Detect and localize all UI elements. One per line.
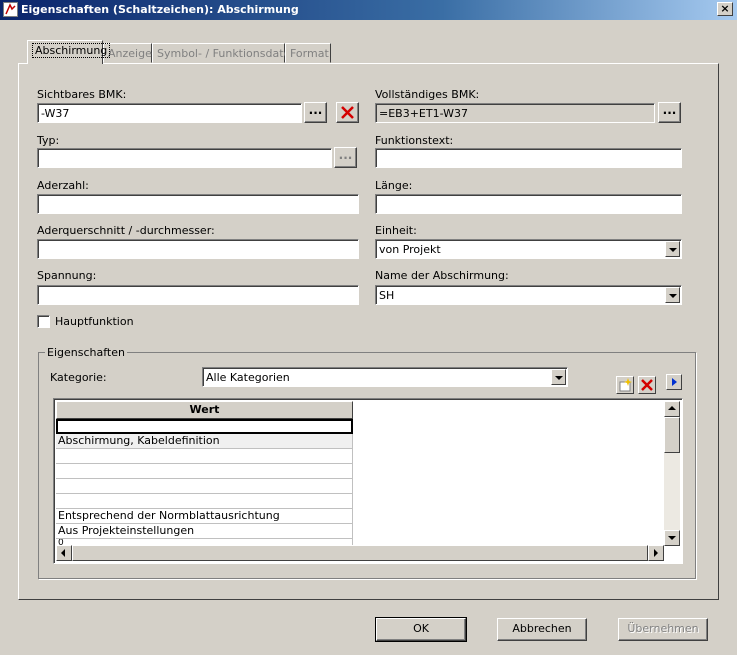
aderzahl-label: Aderzahl: [37, 179, 89, 192]
sichtbares-bmk-input[interactable]: -W37 [37, 103, 302, 123]
table-row[interactable] [56, 449, 353, 464]
table-row[interactable]: Aus Projekteinstellungen [56, 524, 353, 539]
new-icon [619, 378, 632, 392]
laenge-label: Länge: [375, 179, 413, 192]
spannung-label: Spannung: [37, 269, 97, 282]
spannung-input[interactable] [37, 285, 359, 305]
vertical-scrollbar[interactable] [664, 401, 680, 546]
chevron-down-icon[interactable] [665, 241, 680, 257]
scroll-thumb[interactable] [72, 545, 648, 561]
scroll-down-icon[interactable] [664, 530, 680, 546]
arrow-right-icon [672, 378, 677, 386]
kategorie-select[interactable]: Alle Kategorien [202, 367, 568, 387]
laenge-input[interactable] [375, 194, 682, 214]
hauptfunktion-checkbox[interactable] [37, 315, 50, 328]
scroll-right-icon[interactable] [648, 545, 664, 561]
eigenschaften-group-title: Eigenschaften [45, 346, 127, 359]
ok-button[interactable]: OK [375, 617, 467, 642]
vollstaendiges-bmk-browse-button[interactable]: ... [658, 102, 681, 123]
table-row[interactable] [56, 419, 353, 434]
expand-button[interactable] [666, 374, 682, 390]
kategorie-label: Kategorie: [50, 371, 107, 384]
name-abschirmung-label: Name der Abschirmung: [375, 269, 509, 282]
close-icon: × [720, 2, 730, 15]
delete-property-button[interactable] [638, 376, 656, 394]
scroll-up-icon[interactable] [664, 401, 680, 417]
app-icon [3, 2, 18, 17]
properties-grid[interactable]: Wert Abschirmung, Kabeldefinition Entspr… [53, 398, 683, 564]
tab-anzeige[interactable]: Anzeige [103, 43, 152, 63]
vollstaendiges-bmk-label: Vollständiges BMK: [375, 88, 480, 101]
funktionstext-input[interactable] [375, 148, 682, 168]
window-title: Eigenschaften (Schaltzeichen): Abschirmu… [21, 3, 299, 16]
column-header-wert[interactable]: Wert [56, 401, 353, 419]
hauptfunktion-label: Hauptfunktion [55, 315, 134, 328]
typ-input[interactable] [37, 148, 332, 168]
new-property-button[interactable] [616, 376, 634, 394]
sichtbares-bmk-browse-button[interactable]: ... [304, 102, 327, 123]
typ-label: Typ: [37, 134, 60, 147]
title-bar[interactable]: Eigenschaften (Schaltzeichen): Abschirmu… [0, 0, 737, 20]
aderzahl-input[interactable] [37, 194, 359, 214]
table-row[interactable] [56, 494, 353, 509]
delete-icon [341, 106, 354, 119]
chevron-down-icon[interactable] [665, 287, 680, 303]
vollstaendiges-bmk-field: =EB3+ET1-W37 [375, 103, 655, 123]
apply-button[interactable]: Übernehmen [618, 618, 708, 641]
table-row[interactable] [56, 479, 353, 494]
aderquerschnitt-input[interactable] [37, 239, 359, 259]
tab-format[interactable]: Format [285, 43, 331, 63]
scroll-left-icon[interactable] [56, 545, 72, 561]
cancel-button[interactable]: Abbrechen [497, 618, 587, 641]
properties-dialog: Eigenschaften (Schaltzeichen): Abschirmu… [0, 0, 737, 655]
name-abschirmung-select[interactable]: SH [375, 285, 682, 305]
einheit-select[interactable]: von Projekt [375, 239, 682, 259]
tab-symbol-funktionsdaten[interactable]: Symbol- / Funktionsdaten [152, 43, 297, 63]
aderquerschnitt-label: Aderquerschnitt / -durchmesser: [37, 224, 215, 237]
delete-icon [641, 379, 653, 391]
table-row[interactable] [56, 464, 353, 479]
close-button[interactable]: × [717, 2, 733, 16]
einheit-label: Einheit: [375, 224, 417, 237]
table-row[interactable]: Entsprechend der Normblattausrichtung [56, 509, 353, 524]
delete-bmk-button[interactable] [336, 102, 359, 123]
horizontal-scrollbar[interactable] [56, 545, 664, 561]
scroll-thumb[interactable] [664, 417, 680, 453]
table-row[interactable]: Abschirmung, Kabeldefinition [56, 434, 353, 449]
chevron-down-icon[interactable] [551, 369, 566, 385]
tab-abschirmung[interactable]: Abschirmung [27, 40, 111, 64]
sichtbares-bmk-label: Sichtbares BMK: [37, 88, 127, 101]
typ-browse-button[interactable]: ... [334, 147, 357, 168]
funktionstext-label: Funktionstext: [375, 134, 454, 147]
